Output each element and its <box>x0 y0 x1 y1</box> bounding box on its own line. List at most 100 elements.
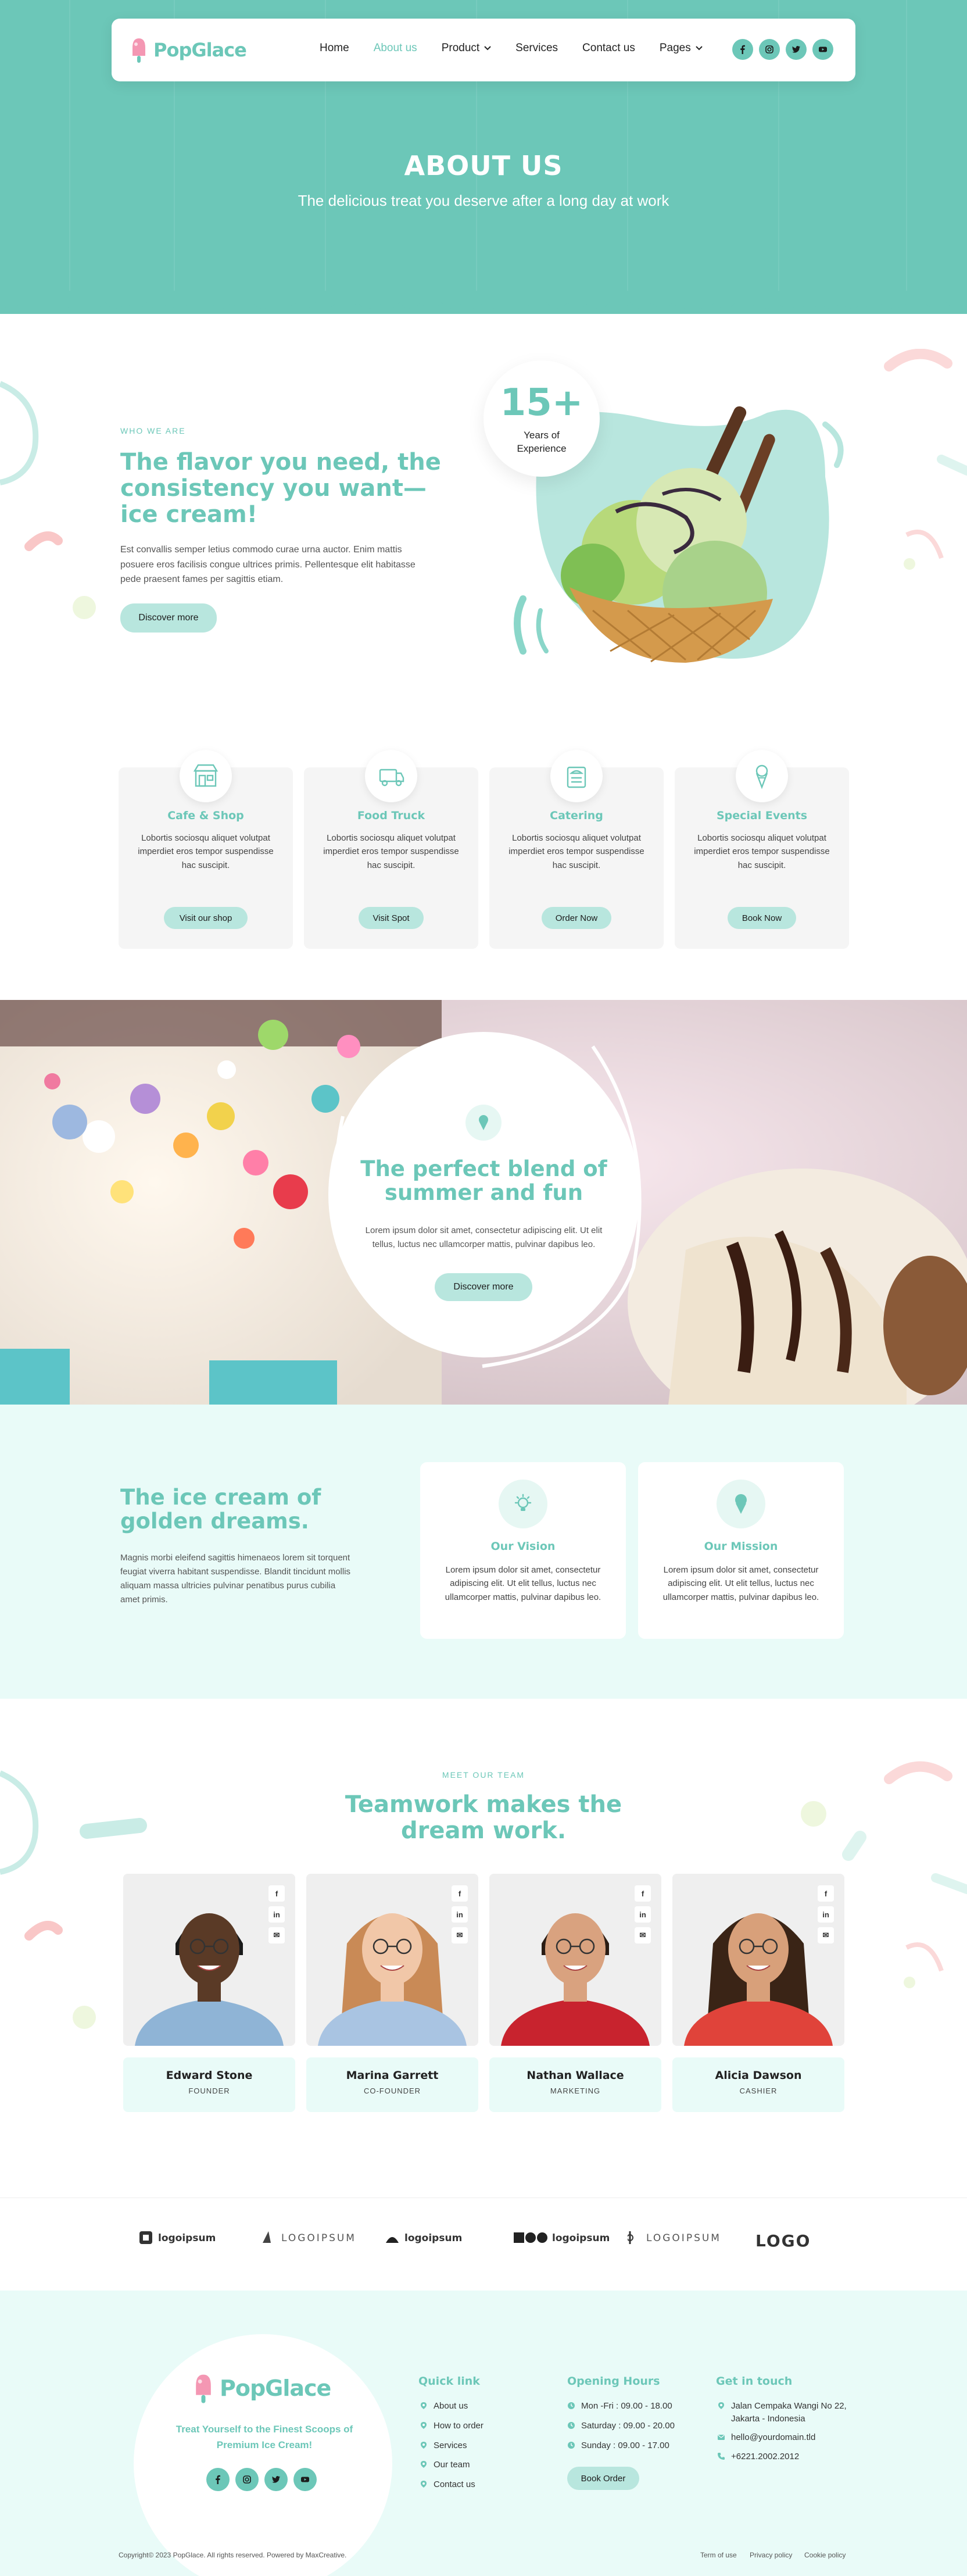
twitter-icon[interactable] <box>264 2468 288 2491</box>
team-eyebrow: MEET OUR TEAM <box>442 1770 525 1780</box>
partner-logo-mark-icon <box>628 2231 633 2244</box>
instagram-icon[interactable] <box>235 2468 259 2491</box>
service-button[interactable]: Visit Spot <box>359 907 424 929</box>
contact-text: Jalan Cempaka Wangi No 22, Jakarta - Ind… <box>731 2401 847 2424</box>
facebook-icon[interactable] <box>206 2468 230 2491</box>
youtube-icon[interactable] <box>293 2468 317 2491</box>
service-button[interactable]: Visit our shop <box>164 907 248 929</box>
team-member-card: f in ✉ Nathan Wallace MARKETING <box>489 1874 661 2112</box>
service-text: Lobortis sociosqu aliquet volutpat imper… <box>323 833 459 870</box>
quick-link-item[interactable]: Contact us <box>420 2478 484 2492</box>
footer-logo[interactable]: PopGlace <box>192 2372 331 2404</box>
partner-logo-text: LOGOIPSUM <box>281 2232 356 2244</box>
vision-card-text: Lorem ipsum dolor sit amet, consectetur … <box>445 1565 601 1602</box>
facebook-icon[interactable]: f <box>268 1885 285 1902</box>
nav-item-pages[interactable]: Pages <box>660 42 703 55</box>
quick-link-item[interactable]: How to order <box>420 2420 484 2434</box>
mission-card-title: Our Mission <box>704 1540 778 1553</box>
mail-icon[interactable]: ✉ <box>268 1927 285 1943</box>
partner-logo-mark-icon <box>139 2231 152 2244</box>
partner-logo: logoipsum <box>386 2231 462 2245</box>
location-icon <box>717 2400 725 2414</box>
discover-more-button[interactable]: Discover more <box>120 603 217 633</box>
service-button[interactable]: Book Now <box>728 907 796 929</box>
member-social: f in ✉ <box>452 1885 468 1943</box>
cookie-link[interactable]: Cookie policy <box>804 2551 846 2559</box>
nav-item-home[interactable]: Home <box>320 42 349 55</box>
service-card: Catering Lobortis sociosqu aliquet volutp… <box>489 750 664 949</box>
opening-hours-text: Mon -Fri : 09.00 - 18.00 <box>581 2401 672 2411</box>
opening-hours-title: Opening Hours <box>567 2375 660 2388</box>
facebook-icon[interactable]: f <box>818 1885 834 1902</box>
mail-icon[interactable]: ✉ <box>452 1927 468 1943</box>
linkedin-icon[interactable]: in <box>818 1906 834 1923</box>
twitter-icon[interactable] <box>786 39 807 60</box>
quick-link-item[interactable]: Our team <box>420 2459 484 2473</box>
youtube-icon[interactable] <box>812 39 833 60</box>
partner-logo: logoipsum <box>514 2231 610 2245</box>
facebook-icon[interactable]: f <box>635 1885 651 1902</box>
instagram-icon[interactable] <box>759 39 780 60</box>
quick-links-list: About us How to order Services Our team Cont… <box>420 2400 484 2498</box>
team-member-card: f in ✉ Alicia Dawson CASHIER <box>672 1874 844 2112</box>
linkedin-icon[interactable]: in <box>452 1906 468 1923</box>
mission-card: Our Mission Lorem ipsum dolor sit amet, … <box>638 1462 844 1639</box>
nav-item-product[interactable]: Product <box>442 42 491 55</box>
chevron-down-icon <box>484 46 491 51</box>
quick-link-item[interactable]: Services <box>420 2439 484 2453</box>
vision-text: Magnis morbi eleifend sagittis himenaeos… <box>120 1553 351 1605</box>
member-social: f in ✉ <box>268 1885 285 1943</box>
quick-link-item[interactable]: About us <box>420 2400 484 2414</box>
linkedin-icon[interactable]: in <box>635 1906 651 1923</box>
clock-icon <box>567 2400 575 2414</box>
privacy-link[interactable]: Privacy policy <box>750 2551 792 2559</box>
member-info: Alicia Dawson CASHIER <box>672 2057 844 2112</box>
experience-number: 15+ <box>500 381 583 424</box>
member-photo: f in ✉ <box>489 1874 661 2046</box>
member-role: CASHIER <box>739 2086 778 2095</box>
quick-link-label: Services <box>434 2440 467 2450</box>
service-title: Cafe & Shop <box>167 809 244 822</box>
mail-icon[interactable]: ✉ <box>818 1927 834 1943</box>
brand-name: PopGlace <box>153 39 247 61</box>
partner-logo: LOGO <box>755 2231 811 2250</box>
member-social: f in ✉ <box>818 1885 834 1943</box>
page: PopGlace Home About us Product Services Cont… <box>0 0 967 2576</box>
opening-hours-item: Sunday : 09.00 - 17.00 <box>567 2439 675 2453</box>
about-title: The flavor you need, the consistency you… <box>120 449 441 528</box>
experience-label: Years of Experience <box>517 430 567 454</box>
opening-hours-text: Sunday : 09.00 - 17.00 <box>581 2440 669 2450</box>
popsicle-logo-icon <box>132 38 145 63</box>
nav-item-about-us[interactable]: About us <box>374 42 417 55</box>
terms-link[interactable]: Term of use <box>700 2551 737 2559</box>
member-name: Edward Stone <box>166 2069 253 2082</box>
service-title: Catering <box>550 809 603 822</box>
mission-card-text: Lorem ipsum dolor sit amet, consectetur … <box>662 1565 819 1602</box>
member-role: MARKETING <box>550 2086 601 2095</box>
contact-text: hello@yourdomain.tld <box>731 2432 816 2442</box>
banner-discover-more-button[interactable]: Discover more <box>435 1273 532 1301</box>
vision-title: The ice cream of golden dreams. <box>120 1485 321 1534</box>
member-social: f in ✉ <box>635 1885 651 1943</box>
book-order-button[interactable]: Book Order <box>567 2467 639 2490</box>
facebook-icon[interactable] <box>732 39 753 60</box>
partner-logo-mark-icon <box>514 2232 547 2243</box>
catering-icon <box>550 750 603 802</box>
contact-item[interactable]: +6221.2002.2012 <box>717 2450 857 2464</box>
lightbulb-icon <box>499 1480 547 1528</box>
main-nav: Home About us Product Services Contact us Pag… <box>320 42 727 55</box>
mail-icon[interactable]: ✉ <box>635 1927 651 1943</box>
facebook-icon[interactable]: f <box>452 1885 468 1902</box>
brand-logo[interactable]: PopGlace <box>129 36 247 64</box>
banner-text: Lorem ipsum dolor sit amet, consectetur … <box>365 1226 603 1249</box>
nav-item-contact-us[interactable]: Contact us <box>582 42 635 55</box>
nav-item-services[interactable]: Services <box>515 42 558 55</box>
shop-icon <box>180 750 232 802</box>
about-eyebrow: WHO WE ARE <box>120 426 186 435</box>
quick-link-label: Contact us <box>434 2479 475 2489</box>
contact-item[interactable]: hello@yourdomain.tld <box>717 2431 857 2445</box>
linkedin-icon[interactable]: in <box>268 1906 285 1923</box>
clock-icon <box>567 2439 575 2453</box>
footer-tagline: Treat Yourself to the Finest Scoops of P… <box>176 2424 353 2451</box>
service-button[interactable]: Order Now <box>542 907 611 929</box>
